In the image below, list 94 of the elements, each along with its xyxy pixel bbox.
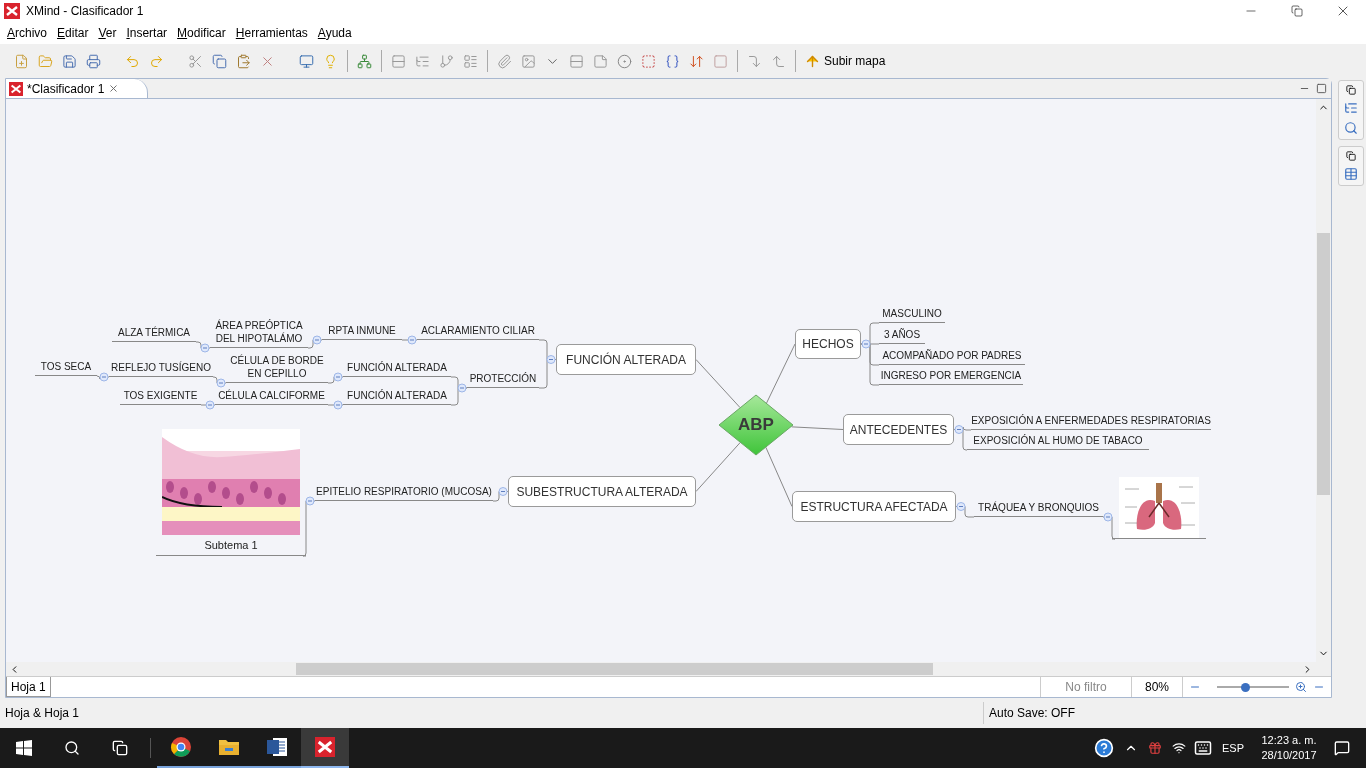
subtopic[interactable]: EXPOSICIÓN A ENFERMEDADES RESPIRATORIAS <box>971 412 1211 430</box>
sheet-tab[interactable]: Hoja 1 <box>6 677 51 697</box>
window-title: XMind - Clasificador 1 <box>26 3 144 20</box>
clock-date: 28/10/2017 <box>1261 748 1317 763</box>
table-icon[interactable] <box>1344 167 1358 181</box>
subtopic[interactable]: FUNCIÓN ALTERADA <box>343 358 451 377</box>
tab-label: *Clasificador 1 <box>27 80 105 98</box>
menu-item[interactable]: Modificar <box>172 22 231 44</box>
main-topic[interactable]: ESTRUCTURA AFECTADA <box>792 491 956 522</box>
menu-item[interactable]: Archivo <box>2 22 53 44</box>
slider-thumb[interactable] <box>1241 682 1251 692</box>
subtopic[interactable]: ACLARAMIENTO CILIAR <box>417 321 539 340</box>
folder-icon <box>218 737 240 757</box>
collapse-icon[interactable] <box>216 378 226 388</box>
filter-status: No filtro <box>1064 679 1108 696</box>
zoom-in-icon[interactable] <box>1295 681 1307 693</box>
horizontal-scrollbar[interactable] <box>6 662 1331 676</box>
status-text: Hoja & Hoja 1 <box>4 705 81 722</box>
subtopic[interactable]: FUNCIÓN ALTERADA <box>343 386 451 405</box>
xmind-logo-icon <box>9 81 23 96</box>
clock-time: 12:23 a. m. <box>1261 733 1317 748</box>
collapse-icon[interactable] <box>333 400 343 410</box>
subtopic[interactable]: CÉLULA CALCIFORME <box>215 386 328 405</box>
connector-line <box>765 446 793 507</box>
connector-line <box>695 442 741 492</box>
windows-logo-icon[interactable] <box>16 740 32 756</box>
collapse-icon[interactable] <box>200 343 210 353</box>
subtopic[interactable]: 3 AÑOS <box>879 326 925 344</box>
menu-item[interactable]: Ayuda <box>312 22 357 44</box>
outline-icon[interactable] <box>1344 101 1358 115</box>
menu-item[interactable]: Editar <box>52 22 94 44</box>
main-topic[interactable]: FUNCIÓN ALTERADA <box>556 344 696 375</box>
subtopic[interactable]: TRÁQUEA Y BRONQUIOS <box>974 499 1103 517</box>
subtopic[interactable]: ALZA TÉRMICA <box>112 323 196 342</box>
taskbar-app[interactable] <box>301 728 349 768</box>
collapse-icon[interactable] <box>407 335 417 345</box>
main-topic[interactable]: SUBESTRUCTURA ALTERADA <box>508 476 696 507</box>
upload-map-button[interactable]: Subir mapa <box>803 50 887 72</box>
central-topic[interactable]: ABP <box>718 394 794 456</box>
collapse-icon[interactable] <box>954 425 964 434</box>
menu-item[interactable]: Insertar <box>121 22 173 44</box>
subtopic[interactable]: CÉLULA DE BORDE EN CEPILLO <box>226 350 328 383</box>
maximize-icon[interactable] <box>1316 83 1327 94</box>
subtopic[interactable]: ÁREA PREÓPTICA DEL HIPOTALÁMO <box>210 315 308 348</box>
subtopic[interactable]: RPTA INMUNE <box>322 321 402 340</box>
collapse-icon[interactable] <box>861 339 871 349</box>
collapse-icon[interactable] <box>956 502 966 511</box>
editor-tab[interactable]: *Clasificador 1 <box>6 79 149 98</box>
xmind-logo-icon <box>315 737 335 757</box>
collapse-icon[interactable] <box>99 372 109 382</box>
collapse-icon[interactable] <box>305 496 315 506</box>
collapse-icon[interactable] <box>205 400 215 410</box>
vertical-scrollbar[interactable] <box>1316 99 1331 662</box>
gift-icon[interactable] <box>1148 741 1162 755</box>
collapse-icon[interactable] <box>498 487 508 496</box>
language-indicator[interactable]: ESP <box>1222 739 1244 757</box>
subtopic[interactable]: TOS SECA <box>35 357 97 376</box>
zoom-slider[interactable] <box>1217 682 1289 692</box>
subtopic[interactable]: EPITELIO RESPIRATORIO (MUCOSA) <box>315 482 493 501</box>
subtopic[interactable]: TOS EXIGENTE <box>120 386 201 405</box>
connector-line <box>765 343 796 404</box>
collapse-icon[interactable] <box>333 372 343 382</box>
subtopic[interactable]: ACOMPAÑADO POR PADRES <box>879 347 1025 365</box>
subtopic[interactable]: REFLEJO TUSÍGENO <box>109 358 213 377</box>
collapse-icon[interactable] <box>312 335 322 345</box>
restore-icon[interactable] <box>1346 151 1356 161</box>
subtopic[interactable]: INGRESO POR EMERGENCIA <box>879 367 1023 385</box>
connector-line <box>695 359 741 409</box>
document-icon <box>266 736 288 758</box>
subtopic[interactable]: EXPOSICIÓN AL HUMO DE TABACO <box>967 432 1149 450</box>
menu-item[interactable]: Herramientas <box>230 22 313 44</box>
help-icon[interactable] <box>1094 738 1114 758</box>
close-icon[interactable] <box>108 83 120 94</box>
subtopic[interactable]: PROTECCIÓN <box>467 369 539 388</box>
main-topic[interactable]: HECHOS <box>795 329 861 359</box>
main-topic[interactable]: ANTECEDENTES <box>843 414 954 445</box>
connector-line <box>791 426 844 430</box>
task-view-icon[interactable] <box>112 740 128 756</box>
collapse-icon[interactable] <box>1103 512 1113 522</box>
autosave-status: Auto Save: OFF <box>988 705 1077 722</box>
search-icon[interactable] <box>64 740 80 756</box>
zoom-level: 80% <box>1144 679 1170 696</box>
restore-icon <box>1291 5 1303 17</box>
notifications-icon[interactable] <box>1334 740 1350 756</box>
topic-label: Subtema 1 <box>204 538 258 553</box>
menu-item[interactable]: Ver <box>93 22 122 44</box>
chrome-icon <box>170 736 192 758</box>
xmind-logo-icon <box>4 3 20 19</box>
subtopic[interactable]: MASCULINO <box>879 305 945 323</box>
restore-icon[interactable] <box>1346 85 1356 95</box>
collapse-icon[interactable] <box>546 355 556 364</box>
keyboard-icon[interactable] <box>1194 739 1212 757</box>
wifi-icon[interactable] <box>1172 741 1186 755</box>
collapse-icon[interactable] <box>457 383 467 393</box>
